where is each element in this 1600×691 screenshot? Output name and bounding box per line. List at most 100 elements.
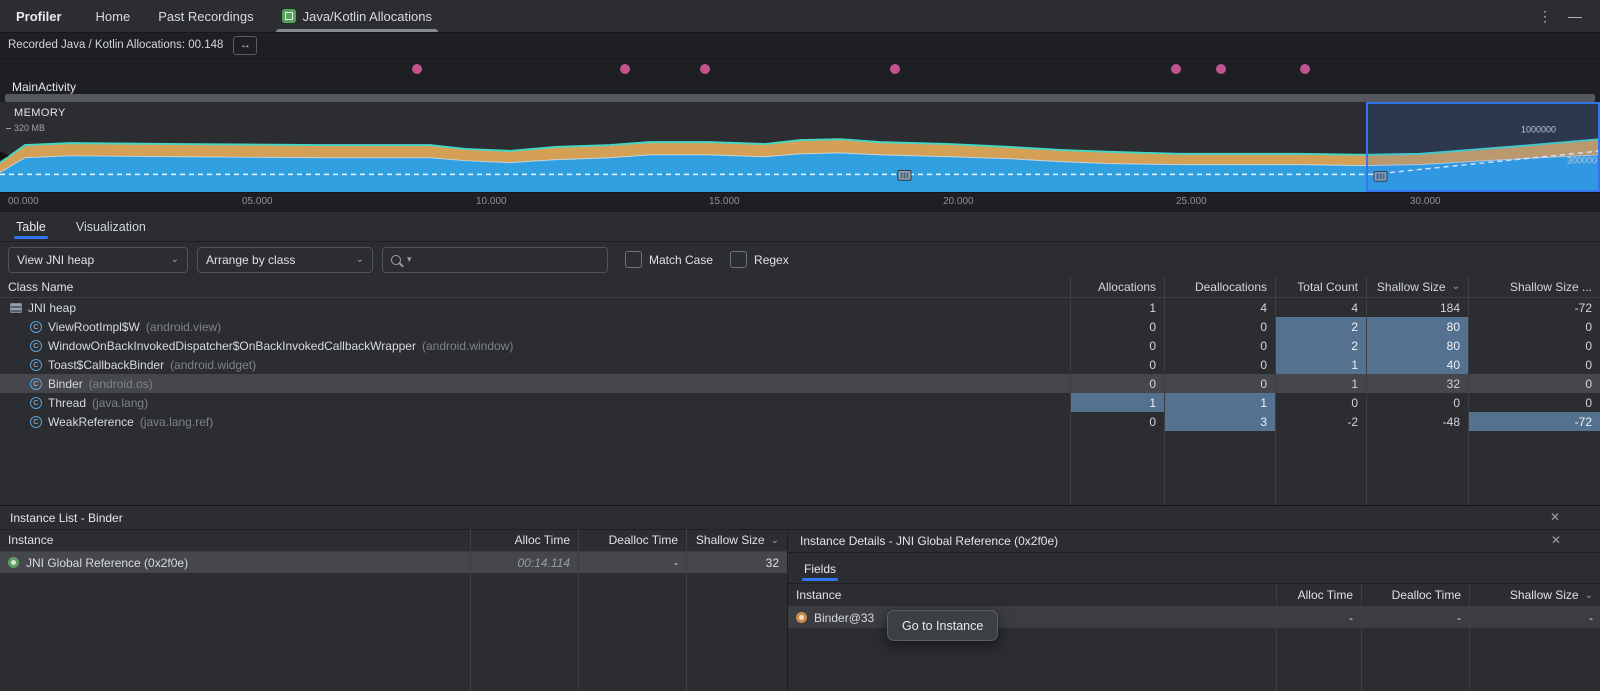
event-dot[interactable] <box>412 64 422 74</box>
minimize-icon[interactable]: — <box>1568 8 1582 24</box>
arrange-select[interactable]: Arrange by class ⌄ <box>197 247 373 273</box>
timeline-tick: 05.000 <box>242 196 273 207</box>
instance-details-columns: Instance Alloc Time Dealloc Time Shallow… <box>788 584 1600 607</box>
timeline-tick: 10.000 <box>476 196 507 207</box>
class-icon <box>30 359 42 371</box>
timeline-tick: 20.000 <box>943 196 974 207</box>
tab-java-kotlin-allocations[interactable]: Java/Kotlin Allocations <box>268 0 446 32</box>
table-toolbar: View JNI heap ⌄ Arrange by class ⌄ ▾ Mat… <box>0 241 1600 277</box>
allocations-icon <box>282 9 296 23</box>
memory-chart[interactable]: 1000000 300000 <box>0 102 1600 192</box>
selection-value-top: 1000000 <box>1521 124 1556 134</box>
instance-details-title: Instance Details - JNI Global Reference … <box>800 534 1058 548</box>
timeline-tick: 25.000 <box>1176 196 1207 207</box>
arrange-select-value: Arrange by class <box>206 253 295 267</box>
titlebar: Profiler Home Past Recordings Java/Kotli… <box>0 0 1600 33</box>
instance-details-tabs: Fields <box>788 553 1600 584</box>
activity-lifecycle-bar[interactable] <box>5 94 1595 102</box>
tab-home[interactable]: Home <box>82 0 145 32</box>
class-row-thread[interactable]: Thread(java.lang) 1 1 0 0 0 <box>0 393 1600 412</box>
fit-to-range-button[interactable]: ↔ <box>233 36 257 55</box>
recording-label: Recorded Java / Kotlin Allocations: 00.1… <box>8 39 223 51</box>
object-instance-icon <box>796 612 807 623</box>
memory-axis-label: 320 MB <box>6 123 45 133</box>
gc-event-icon[interactable] <box>898 170 911 180</box>
tab-past-recordings[interactable]: Past Recordings <box>144 0 267 32</box>
allocation-table: Class Name Allocations Deallocations Tot… <box>0 276 1600 505</box>
view-tabs: Table Visualization <box>0 211 1600 242</box>
event-dots <box>0 58 1600 80</box>
close-icon[interactable]: ✕ <box>1550 510 1560 524</box>
class-row-weakreference[interactable]: WeakReference(java.lang.ref) 0 3 -2 -48 … <box>0 412 1600 431</box>
tab-table[interactable]: Table <box>14 215 48 242</box>
event-dot[interactable] <box>1216 64 1226 74</box>
sort-down-icon: ⌄ <box>771 535 779 546</box>
timeline-tick: 30.000 <box>1410 196 1441 207</box>
col-class-name[interactable]: Class Name <box>0 276 1070 297</box>
instance-list-columns: Instance Alloc Time Dealloc Time Shallow… <box>0 529 787 552</box>
close-icon[interactable]: ✕ <box>1551 533 1561 547</box>
heap-select[interactable]: View JNI heap ⌄ <box>8 247 188 273</box>
fit-to-range-icon: ↔ <box>240 39 251 51</box>
instance-row-jni-global-reference[interactable]: JNI Global Reference (0x2f0e) 00:14.114 … <box>0 552 787 573</box>
search-input[interactable]: ▾ <box>382 247 608 273</box>
match-case-label: Match Case <box>649 253 713 267</box>
timeline-axis[interactable]: 00.000 05.000 10.000 15.000 20.000 25.00… <box>0 192 1600 212</box>
tab-visualization[interactable]: Visualization <box>74 215 148 242</box>
selection-range[interactable] <box>1367 103 1599 191</box>
col-allocations[interactable]: Allocations <box>1070 276 1164 297</box>
col-total-count[interactable]: Total Count <box>1275 276 1366 297</box>
class-row-toast-callbackbinder[interactable]: Toast$CallbackBinder(android.widget) 0 0… <box>0 355 1600 374</box>
event-dot[interactable] <box>700 64 710 74</box>
search-history-icon: ▾ <box>407 254 412 265</box>
col-dealloc-time[interactable]: Dealloc Time <box>1361 584 1469 606</box>
allocation-table-header: Class Name Allocations Deallocations Tot… <box>0 276 1600 298</box>
instance-details-header: Instance Details - JNI Global Reference … <box>788 529 1600 553</box>
class-row-windowonbackinvokeddispatcher[interactable]: WindowOnBackInvokedDispatcher$OnBackInvo… <box>0 336 1600 355</box>
event-dot[interactable] <box>1300 64 1310 74</box>
selection-value-right: 300000 <box>1567 156 1597 166</box>
event-dot[interactable] <box>890 64 900 74</box>
jni-reference-icon <box>8 557 19 568</box>
memory-track-title: MEMORY <box>14 107 66 119</box>
col-alloc-time[interactable]: Alloc Time <box>470 529 578 551</box>
match-case-checkbox[interactable] <box>625 251 642 268</box>
heap-select-value: View JNI heap <box>17 253 94 267</box>
memory-track: MEMORY 320 MB 1000000 3 <box>0 102 1600 192</box>
titlebar-actions: ⋮ — <box>1538 0 1600 32</box>
instance-list-filler <box>0 573 787 691</box>
chevron-down-icon: ⌄ <box>171 254 179 265</box>
instance-panels: Instance List - Binder ✕ Instance Alloc … <box>0 505 1600 691</box>
col-alloc-time[interactable]: Alloc Time <box>1276 584 1361 606</box>
heap-icon <box>10 303 22 313</box>
col-shallow-size[interactable]: Shallow Size⌄ <box>686 529 787 551</box>
session-bar: Recorded Java / Kotlin Allocations: 00.1… <box>0 32 1600 59</box>
activity-name: MainActivity <box>12 80 76 94</box>
class-icon <box>30 321 42 333</box>
tab-fields[interactable]: Fields <box>802 558 838 583</box>
col-instance[interactable]: Instance <box>788 584 1276 606</box>
tab-home-label: Home <box>96 9 131 24</box>
col-instance[interactable]: Instance <box>0 529 470 551</box>
col-shallow-size-2[interactable]: Shallow Size ... <box>1468 276 1600 297</box>
go-to-instance-menu-item[interactable]: Go to Instance <box>887 610 998 641</box>
allocation-table-filler <box>0 431 1600 505</box>
col-shallow-size[interactable]: Shallow Size⌄ <box>1469 584 1600 606</box>
class-row-binder[interactable]: Binder(android.os) 0 0 1 32 0 <box>0 374 1600 393</box>
event-dot[interactable] <box>1171 64 1181 74</box>
instance-list-header: Instance List - Binder ✕ <box>0 506 1600 530</box>
event-dot[interactable] <box>620 64 630 74</box>
col-shallow-size[interactable]: Shallow Size⌄ <box>1366 276 1468 297</box>
regex-label: Regex <box>754 253 789 267</box>
chevron-down-icon: ⌄ <box>356 254 364 265</box>
class-icon <box>30 416 42 428</box>
class-row-jni-heap[interactable]: JNI heap 1 4 4 184 -72 <box>0 298 1600 317</box>
regex-checkbox[interactable] <box>730 251 747 268</box>
profiler-window: Profiler Home Past Recordings Java/Kotli… <box>0 0 1600 691</box>
class-row-viewrootimpl[interactable]: ViewRootImpl$W(android.view) 0 0 2 80 0 <box>0 317 1600 336</box>
kebab-menu-icon[interactable]: ⋮ <box>1538 8 1552 25</box>
col-deallocations[interactable]: Deallocations <box>1164 276 1275 297</box>
tab-past-recordings-label: Past Recordings <box>158 9 253 24</box>
tab-allocations-label: Java/Kotlin Allocations <box>303 9 432 24</box>
col-dealloc-time[interactable]: Dealloc Time <box>578 529 686 551</box>
